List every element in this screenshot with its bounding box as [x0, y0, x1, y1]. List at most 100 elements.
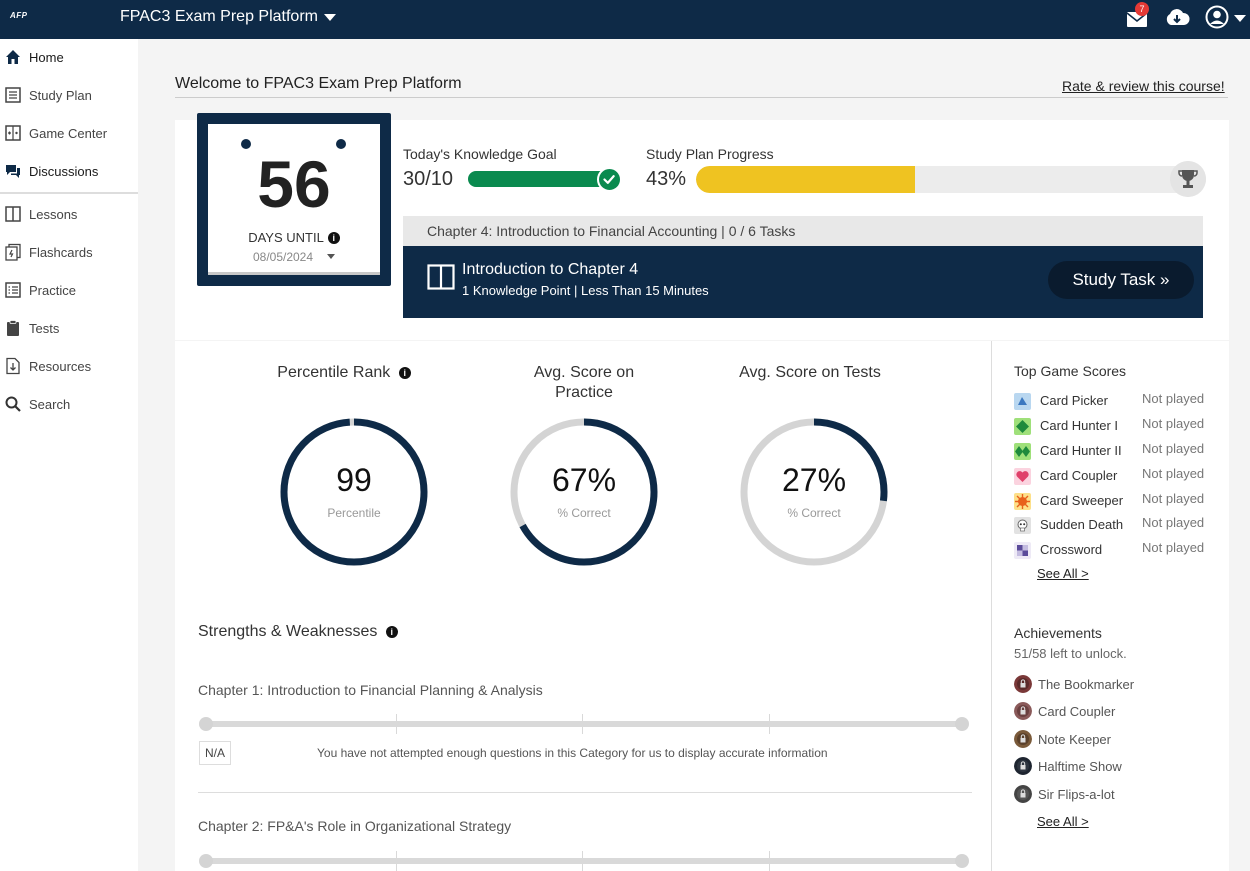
sidebar-item-tests[interactable]: Tests [0, 310, 138, 346]
study-plan-progress-label: Study Plan Progress [646, 146, 774, 162]
knowledge-goal-value: 30/10 [403, 168, 454, 190]
resources-icon [6, 357, 20, 375]
slider-knob-start [199, 854, 213, 868]
test-score-title: Avg. Score on Tests [739, 364, 881, 381]
slider-tick [582, 851, 583, 871]
locked-badge-icon [1014, 785, 1032, 803]
slider-track [204, 858, 964, 864]
trophy-icon [1170, 161, 1206, 197]
sidebar-item-label: Tests [29, 320, 60, 336]
user-menu-chevron-icon[interactable] [1234, 15, 1246, 22]
game-name: Card Picker [1040, 393, 1108, 408]
practice-icon [5, 282, 21, 298]
lessons-icon [5, 206, 21, 222]
test-score-value: 27% [781, 462, 847, 498]
crossword-icon [1014, 542, 1031, 559]
game-score: Not played [1142, 391, 1205, 406]
stat-title-text: Percentile Rank [277, 364, 391, 381]
study-task-button[interactable]: Study Task » [1048, 261, 1194, 299]
sidebar-item-game-center[interactable]: Game Center [0, 115, 138, 151]
knowledge-goal-bar [468, 171, 608, 187]
days-remaining: 56 [257, 147, 331, 221]
game-row-sudden-death[interactable]: Sudden Death Not played [1014, 515, 1214, 535]
game-score: Not played [1142, 540, 1205, 555]
user-avatar-icon[interactable] [1205, 5, 1229, 29]
see-all-games-link[interactable]: See All > [1037, 566, 1089, 581]
practice-score-value: 67% [551, 462, 617, 498]
game-score: Not played [1142, 515, 1205, 530]
game-score: Not played [1142, 441, 1205, 456]
exam-date-dropdown[interactable]: 08/05/2024 [208, 250, 380, 264]
task-title: Introduction to Chapter 4 [462, 261, 639, 278]
game-score: Not played [1142, 491, 1205, 506]
slider-tick [769, 714, 770, 734]
top-bar: AFP FPAC3 Exam Prep Platform 7 [0, 0, 1250, 39]
sidebar-divider [0, 192, 138, 194]
sidebar: Home Study Plan Game Center Discussions … [0, 39, 138, 871]
slider-tick [582, 714, 583, 734]
top-game-scores-title: Top Game Scores [1014, 363, 1127, 379]
sw-title-text: Strengths & Weaknesses [198, 623, 378, 640]
open-book-icon [427, 264, 455, 290]
game-row-card-picker[interactable]: Card Picker Not played [1014, 391, 1214, 411]
chapter-2-strength-slider [198, 851, 970, 871]
card-hunter-2-icon [1014, 443, 1031, 460]
achievement-name: Card Coupler [1038, 704, 1116, 719]
test-score-caption: % Correct [787, 506, 841, 520]
achievements-title: Achievements [1014, 625, 1102, 641]
info-icon[interactable]: i [327, 232, 340, 244]
app-title-dropdown[interactable]: FPAC3 Exam Prep Platform [120, 8, 336, 26]
sidebar-item-label: Lessons [29, 206, 78, 222]
sidebar-item-resources[interactable]: Resources [0, 348, 138, 384]
sidebar-item-practice[interactable]: Practice [0, 272, 138, 308]
game-row-card-sweeper[interactable]: Card Sweeper Not played [1014, 491, 1214, 511]
sidebar-item-search[interactable]: Search [0, 386, 138, 422]
exam-date: 08/05/2024 [252, 250, 314, 264]
calendar-ring-icon [336, 139, 346, 149]
sidebar-item-label: Discussions [29, 163, 99, 179]
rate-review-link[interactable]: Rate & review this course! [1062, 78, 1225, 94]
chapter-2-title: Chapter 2: FP&A's Role in Organizational… [198, 818, 512, 834]
days-until-label: DAYS UNTIL i [208, 230, 380, 245]
sidebar-item-lessons[interactable]: Lessons [0, 196, 138, 232]
game-row-crossword[interactable]: Crossword Not played [1014, 540, 1214, 560]
info-icon[interactable]: i [398, 367, 411, 379]
calendar-ring-icon [241, 139, 251, 149]
chapter-divider [198, 792, 972, 793]
sidebar-item-discussions[interactable]: Discussions [0, 153, 138, 189]
chapter-1-strength-slider [198, 714, 970, 734]
mail-count-badge: 7 [1135, 2, 1149, 16]
locked-badge-icon [1014, 702, 1032, 720]
na-badge: N/A [199, 741, 231, 765]
locked-badge-icon [1014, 730, 1032, 748]
days-until-text: DAYS UNTIL [248, 230, 324, 245]
game-row-card-coupler[interactable]: Card Coupler Not played [1014, 466, 1214, 486]
achievements-remaining: 51/58 left to unlock. [1014, 646, 1127, 661]
locked-badge-icon [1014, 675, 1032, 693]
cloud-download-icon[interactable] [1164, 6, 1190, 30]
achievement-name: Note Keeper [1038, 732, 1111, 747]
strengths-weaknesses-title: Strengths & Weaknesses i [198, 623, 398, 641]
search-icon [5, 396, 21, 412]
sidebar-item-label: Practice [29, 282, 76, 298]
percentile-rank-title: Percentile Rank i [254, 363, 434, 383]
sidebar-item-label: Search [29, 396, 71, 412]
discussions-icon [6, 165, 20, 178]
info-icon[interactable]: i [385, 626, 398, 638]
game-name: Crossword [1040, 542, 1103, 557]
sidebar-item-home[interactable]: Home [0, 39, 138, 75]
sidebar-item-study-plan[interactable]: Study Plan [0, 77, 138, 113]
game-score: Not played [1142, 416, 1205, 431]
game-name: Sudden Death [1040, 517, 1124, 532]
page-title: Welcome to FPAC3 Exam Prep Platform [175, 75, 462, 92]
afp-logo[interactable]: AFP [10, 11, 28, 20]
game-name: Card Hunter II [1040, 443, 1122, 458]
check-icon [597, 167, 622, 192]
game-row-card-hunter-1[interactable]: Card Hunter I Not played [1014, 416, 1214, 436]
card-hunter-1-icon [1014, 418, 1031, 435]
double-chevron-right-icon: » [1160, 270, 1170, 289]
slider-track [204, 721, 964, 727]
game-row-card-hunter-2[interactable]: Card Hunter II Not played [1014, 441, 1214, 461]
sidebar-item-flashcards[interactable]: Flashcards [0, 234, 138, 270]
see-all-achievements-link[interactable]: See All > [1037, 814, 1089, 829]
